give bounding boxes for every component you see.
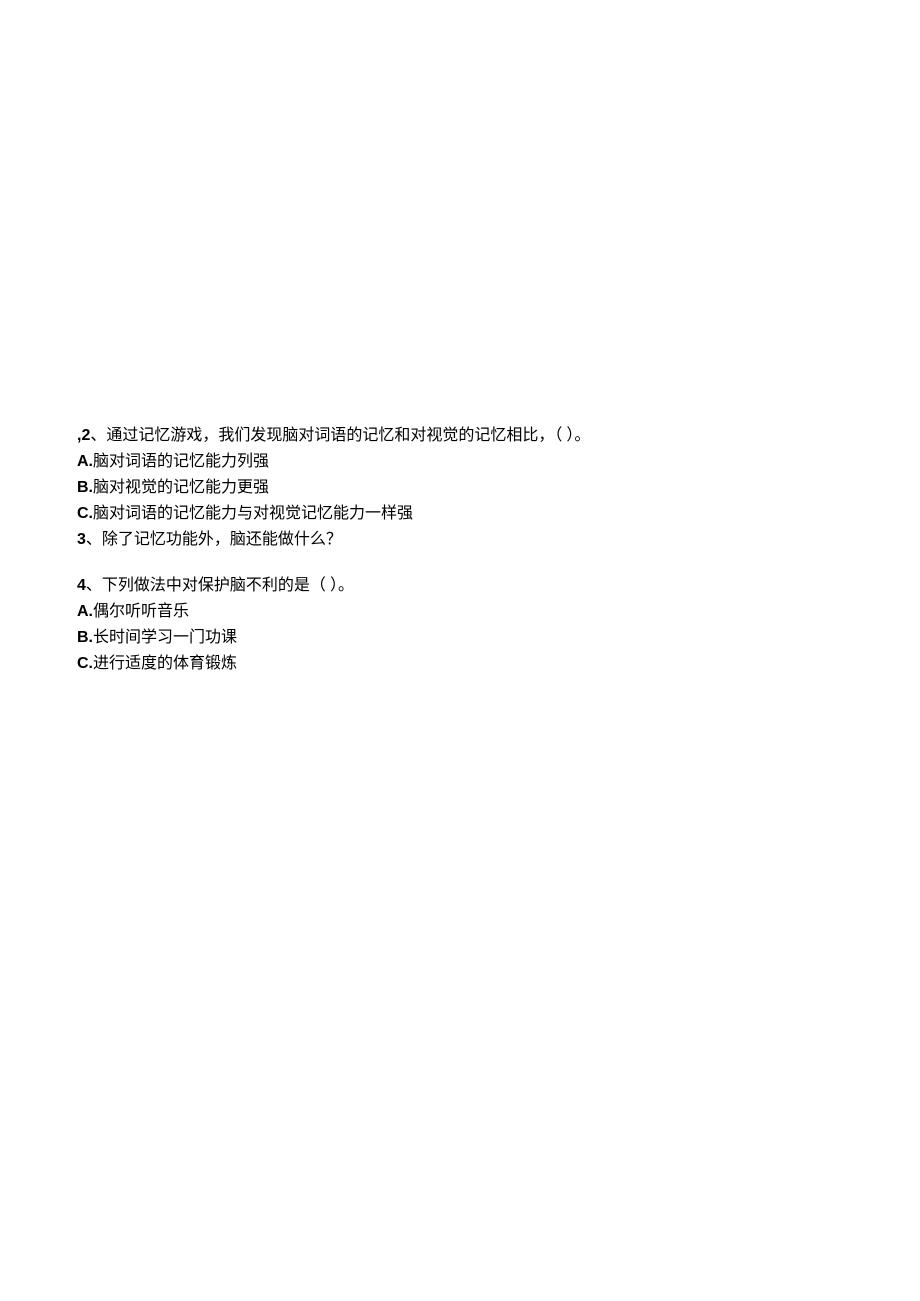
option-text-a: 偶尔听听音乐 — [93, 603, 189, 620]
question-text-tail: ）。 — [330, 577, 354, 594]
option-a: A.偶尔听听音乐 — [77, 600, 830, 624]
option-label-a: A. — [77, 453, 93, 470]
option-label-a: A. — [77, 603, 93, 620]
option-text-c: 脑对词语的记忆能力与对视觉记忆能力一样强 — [93, 505, 413, 522]
option-label-c: C. — [77, 655, 93, 672]
option-a: A.脑对词语的记忆能力列强 — [77, 450, 830, 474]
option-label-c: C. — [77, 505, 93, 522]
question-text: 下列做法中对保护脑不利的是（ — [102, 577, 326, 594]
option-text-b: 脑对视觉的记忆能力更强 — [93, 479, 269, 496]
question-number-4: 4 — [77, 577, 86, 594]
question-2-stem: ,2、通过记忆游戏，我们发现脑对词语的记忆和对视觉的记忆相比，（ ）。 — [77, 424, 830, 448]
question-text: 通过记忆游戏，我们发现脑对词语的记忆和对视觉的记忆相比，（ — [106, 427, 562, 444]
question-number-2: ,2 — [77, 427, 90, 444]
question-3-stem: 3、除了记忆功能外，脑还能做什么？ — [77, 528, 830, 552]
document-content: ,2、通过记忆游戏，我们发现脑对词语的记忆和对视觉的记忆相比，（ ）。 A.脑对… — [0, 0, 920, 676]
option-c: C.进行适度的体育锻炼 — [77, 652, 830, 676]
option-text-c: 进行适度的体育锻炼 — [93, 655, 237, 672]
option-text-a: 脑对词语的记忆能力列强 — [93, 453, 269, 470]
separator: 、 — [86, 577, 102, 594]
option-b: B.长时间学习一门功课 — [77, 626, 830, 650]
option-c: C.脑对词语的记忆能力与对视觉记忆能力一样强 — [77, 502, 830, 526]
option-label-b: B. — [77, 479, 93, 496]
question-number-3: 3 — [77, 531, 86, 548]
separator: 、 — [86, 531, 102, 548]
question-4-stem: 4、下列做法中对保护脑不利的是（ ）。 — [77, 574, 830, 598]
option-text-b: 长时间学习一门功课 — [93, 629, 237, 646]
question-text: 除了记忆功能外，脑还能做什么？ — [102, 531, 342, 548]
option-label-b: B. — [77, 629, 93, 646]
question-text-tail: ）。 — [566, 427, 590, 444]
separator: 、 — [90, 427, 106, 444]
option-b: B.脑对视觉的记忆能力更强 — [77, 476, 830, 500]
